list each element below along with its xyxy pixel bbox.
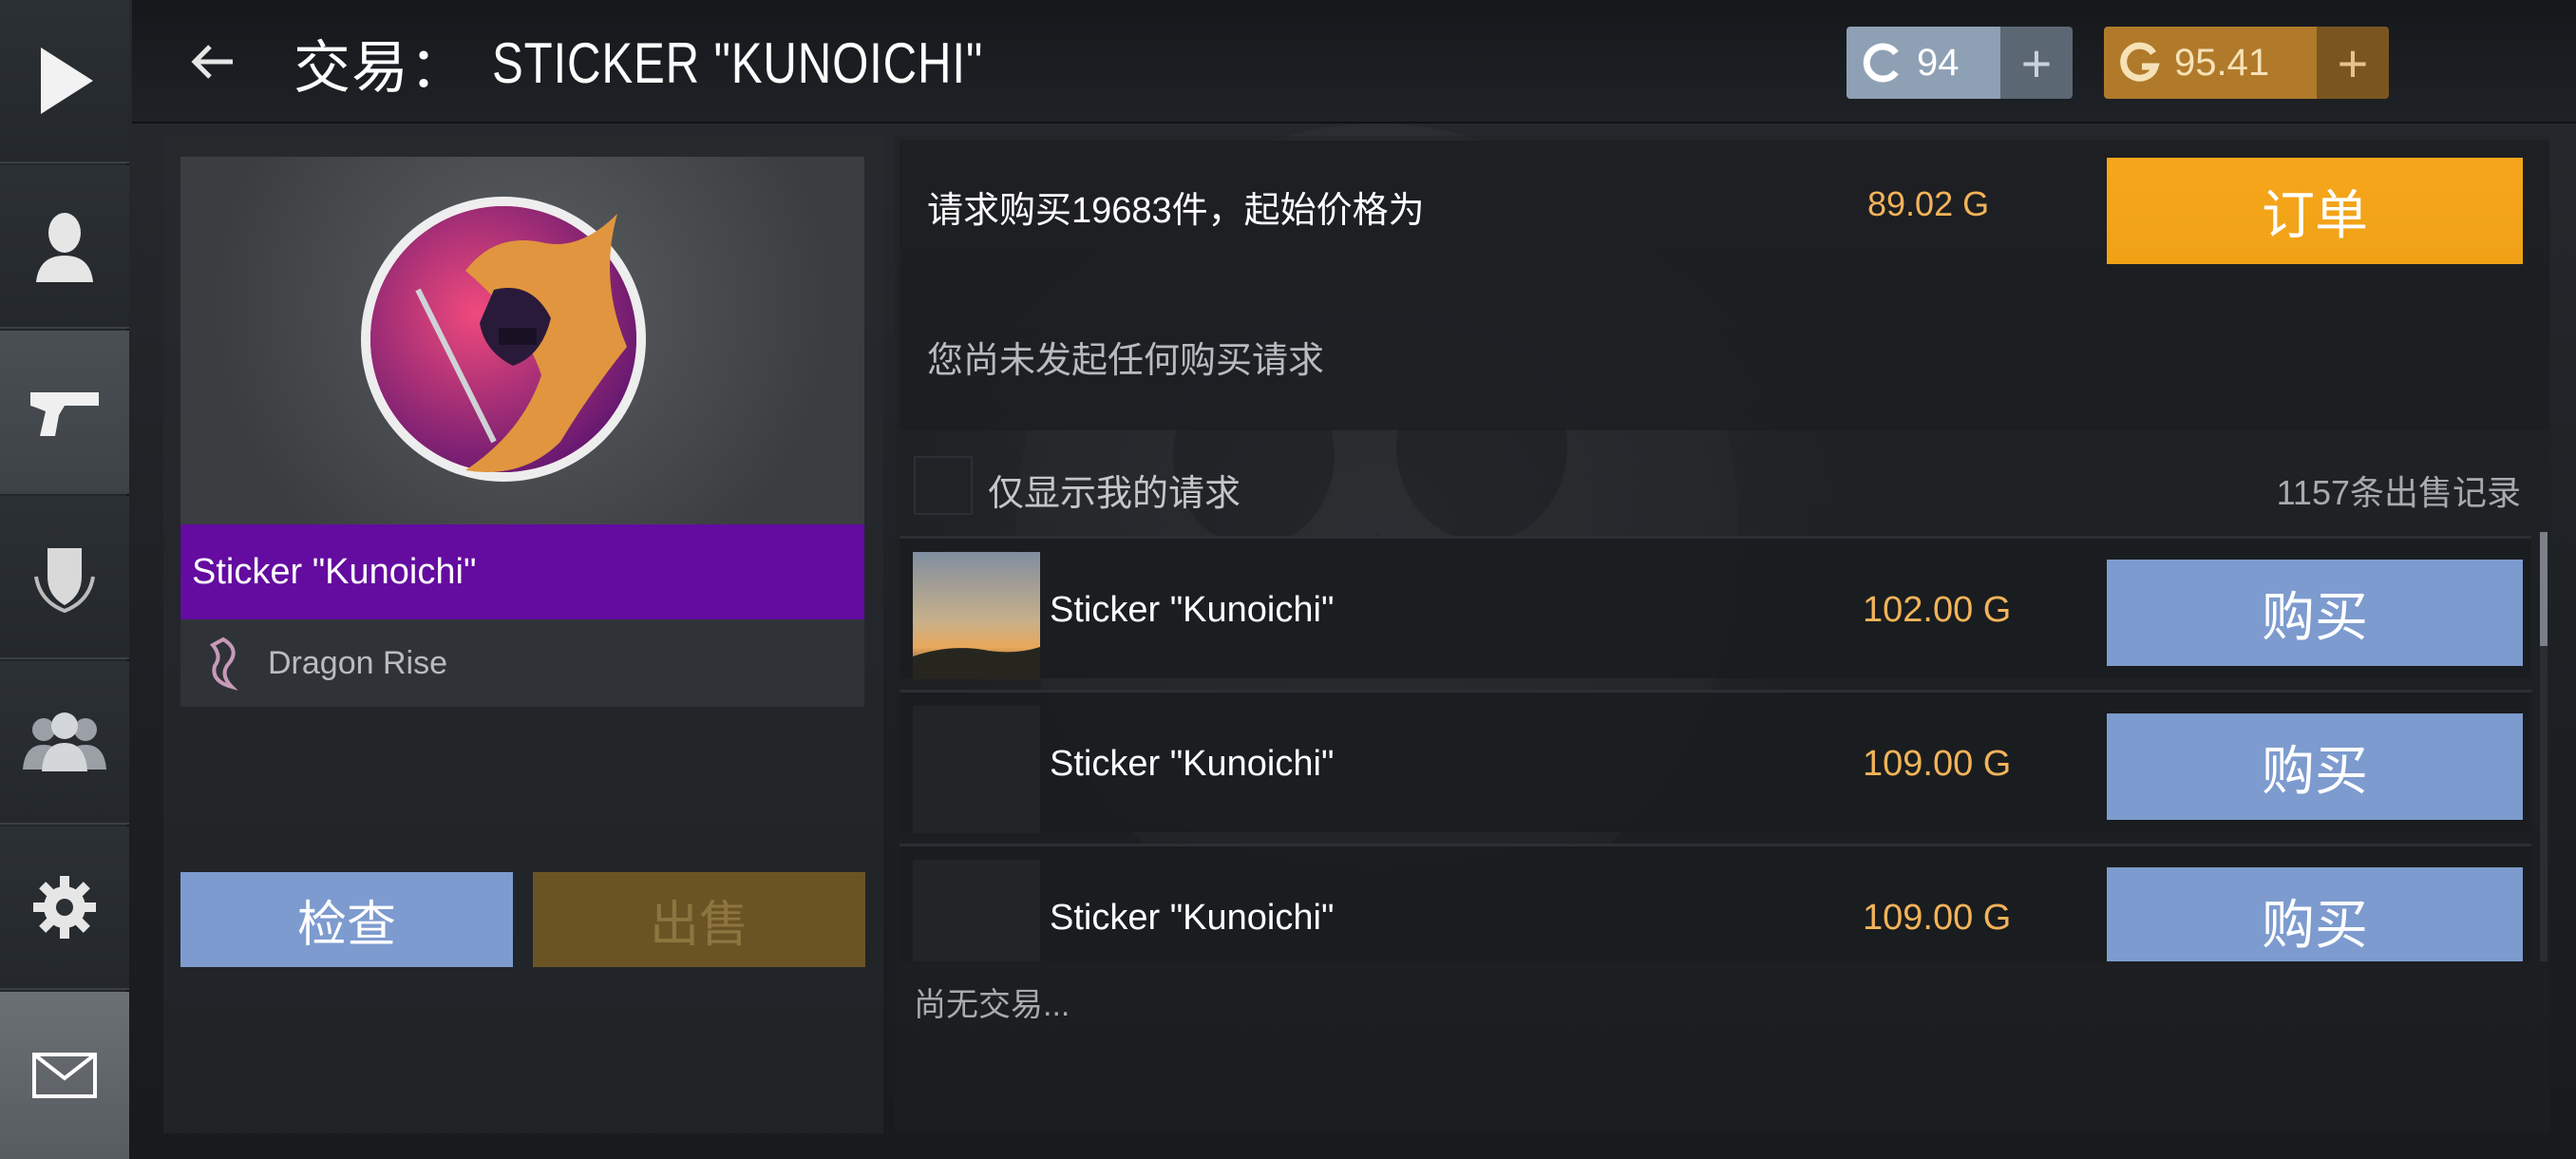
inspect-button[interactable]: 检查	[180, 872, 513, 967]
buy-request-price: 89.02 G	[1867, 184, 1990, 223]
sidebar	[0, 0, 129, 1159]
play-icon	[41, 48, 93, 114]
order-button[interactable]: 订单	[2107, 158, 2523, 264]
friends-icon	[23, 712, 106, 771]
sale-listing[interactable]: Sticker "Kunoichi" 102.00 G 购买 Sticker "…	[900, 536, 2548, 961]
sidebar-item-settings[interactable]	[0, 826, 129, 990]
c-currency-value: 94	[1917, 41, 1960, 84]
g-coin-icon	[2120, 42, 2160, 82]
collection-name: Dragon Rise	[268, 644, 447, 681]
pistol-icon	[30, 392, 99, 436]
back-arrow-icon	[191, 45, 233, 79]
add-g-currency-button[interactable]: +	[2317, 27, 2389, 99]
buy-request-text: 请求购买19683件，起始价格为	[927, 191, 1425, 231]
sidebar-item-play[interactable]	[0, 0, 129, 163]
listing-thumbnail	[913, 552, 1040, 679]
sticker-image	[361, 197, 646, 482]
sale-count: 1157条出售记录	[2276, 473, 2521, 512]
listing-row: Sticker "Kunoichi" 109.00 G 购买	[900, 690, 2531, 833]
item-name-label: Sticker "Kunoichi"	[180, 524, 864, 619]
gear-icon	[33, 876, 96, 939]
sidebar-item-clan[interactable]	[0, 496, 129, 659]
c-currency-display: 94 +	[1847, 27, 2073, 99]
no-trade-text: 尚无交易...	[914, 987, 1070, 1023]
collection-info: Dragon Rise	[180, 619, 864, 707]
title-prefix: 交易：	[294, 35, 467, 100]
page-title: 交易： STICKER "KUNOICHI"	[294, 25, 1091, 101]
g-currency-display: 95.41 +	[2104, 27, 2389, 99]
listing-name: Sticker "Kunoichi"	[1050, 744, 1335, 784]
show-my-requests-label[interactable]: 仅显示我的请求	[988, 464, 1241, 516]
sidebar-item-friends[interactable]	[0, 661, 129, 825]
listing-price: 109.00 G	[1863, 744, 2012, 784]
sidebar-item-weapons[interactable]	[0, 331, 129, 494]
listing-price: 109.00 G	[1863, 898, 2012, 938]
g-currency-value-box: 95.41	[2104, 27, 2317, 99]
listing-name: Sticker "Kunoichi"	[1050, 898, 1335, 938]
buy-button[interactable]: 购买	[2107, 713, 2523, 820]
sidebar-item-profile[interactable]	[0, 165, 129, 329]
buy-button[interactable]: 购买	[2107, 867, 2523, 961]
listing-name: Sticker "Kunoichi"	[1050, 590, 1335, 630]
listing-price: 102.00 G	[1863, 590, 2012, 630]
mail-icon	[32, 1053, 97, 1098]
sell-button[interactable]: 出售	[533, 872, 865, 967]
listing-thumbnail	[913, 860, 1040, 961]
dragon-collection-icon	[199, 635, 247, 692]
buy-button[interactable]: 购买	[2107, 560, 2523, 666]
no-request-text: 您尚未发起任何购买请求	[927, 341, 1325, 381]
clan-shield-icon	[34, 548, 95, 614]
title-item-name: STICKER "KUNOICHI"	[492, 30, 984, 95]
c-currency-value-box: 94	[1847, 27, 2000, 99]
listing-scrollbar-thumb[interactable]	[2540, 532, 2548, 646]
c-coin-icon	[1863, 43, 1899, 83]
listing-row: Sticker "Kunoichi" 109.00 G 购买	[900, 844, 2531, 961]
listing-thumbnail	[913, 706, 1040, 833]
item-preview	[180, 157, 864, 525]
profile-icon	[36, 213, 93, 282]
show-my-requests-checkbox[interactable]	[914, 456, 973, 515]
sidebar-item-mail[interactable]	[0, 992, 129, 1159]
listing-row: Sticker "Kunoichi" 102.00 G 购买	[900, 536, 2531, 679]
back-button[interactable]	[180, 28, 246, 95]
add-c-currency-button[interactable]: +	[2000, 27, 2073, 99]
g-currency-value: 95.41	[2174, 41, 2270, 84]
